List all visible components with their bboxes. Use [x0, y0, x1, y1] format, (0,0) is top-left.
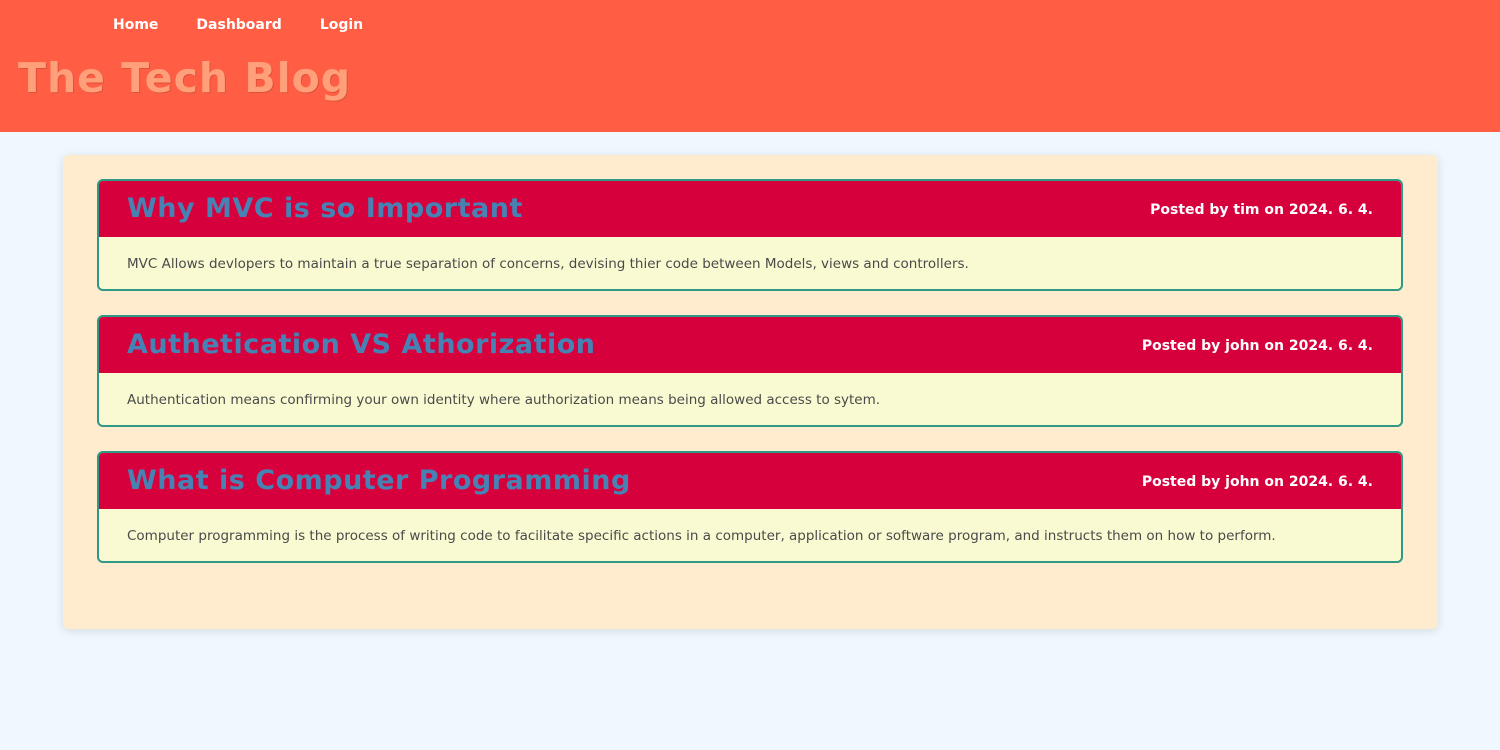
main-nav: Home Dashboard Login	[113, 15, 401, 35]
post-card[interactable]: What is Computer Programming Posted by j…	[97, 451, 1403, 563]
post-card[interactable]: Authetication VS Athorization Posted by …	[97, 315, 1403, 427]
post-header: Why MVC is so Important Posted by tim on…	[99, 181, 1401, 237]
post-meta: Posted by tim on 2024. 6. 4.	[1150, 202, 1373, 218]
post-title[interactable]: Authetication VS Athorization	[127, 325, 596, 365]
site-title: The Tech Blog	[18, 54, 352, 102]
nav-dashboard-link[interactable]: Dashboard	[196, 15, 281, 35]
post-title[interactable]: Why MVC is so Important	[127, 189, 523, 229]
post-meta: Posted by john on 2024. 6. 4.	[1141, 338, 1373, 354]
post-header: Authetication VS Athorization Posted by …	[99, 317, 1401, 373]
post-content: Authentication means confirming your own…	[127, 392, 881, 408]
post-card[interactable]: Why MVC is so Important Posted by tim on…	[97, 179, 1403, 291]
site-header: Home Dashboard Login The Tech Blog	[0, 0, 1500, 132]
nav-home-link[interactable]: Home	[113, 15, 158, 35]
post-header: What is Computer Programming Posted by j…	[99, 453, 1401, 509]
post-content: Computer programming is the process of w…	[127, 528, 1276, 544]
posts-container: Why MVC is so Important Posted by tim on…	[63, 155, 1438, 629]
post-content: MVC Allows devlopers to maintain a true …	[127, 256, 969, 272]
post-meta: Posted by john on 2024. 6. 4.	[1141, 474, 1373, 490]
nav-login-link[interactable]: Login	[320, 15, 363, 35]
post-title[interactable]: What is Computer Programming	[127, 461, 631, 501]
